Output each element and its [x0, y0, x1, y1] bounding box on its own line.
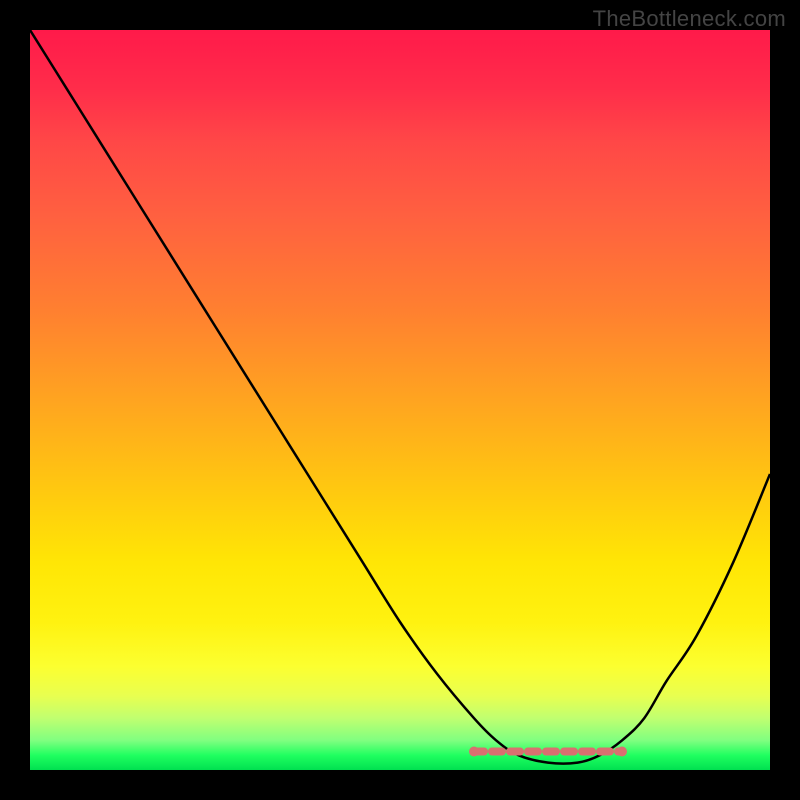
bottleneck-curve-path	[30, 30, 770, 764]
plot-area	[30, 30, 770, 770]
chart-svg	[30, 30, 770, 770]
marker-dot	[469, 747, 479, 757]
watermark-text: TheBottleneck.com	[593, 6, 786, 32]
marker-dot	[617, 747, 627, 757]
